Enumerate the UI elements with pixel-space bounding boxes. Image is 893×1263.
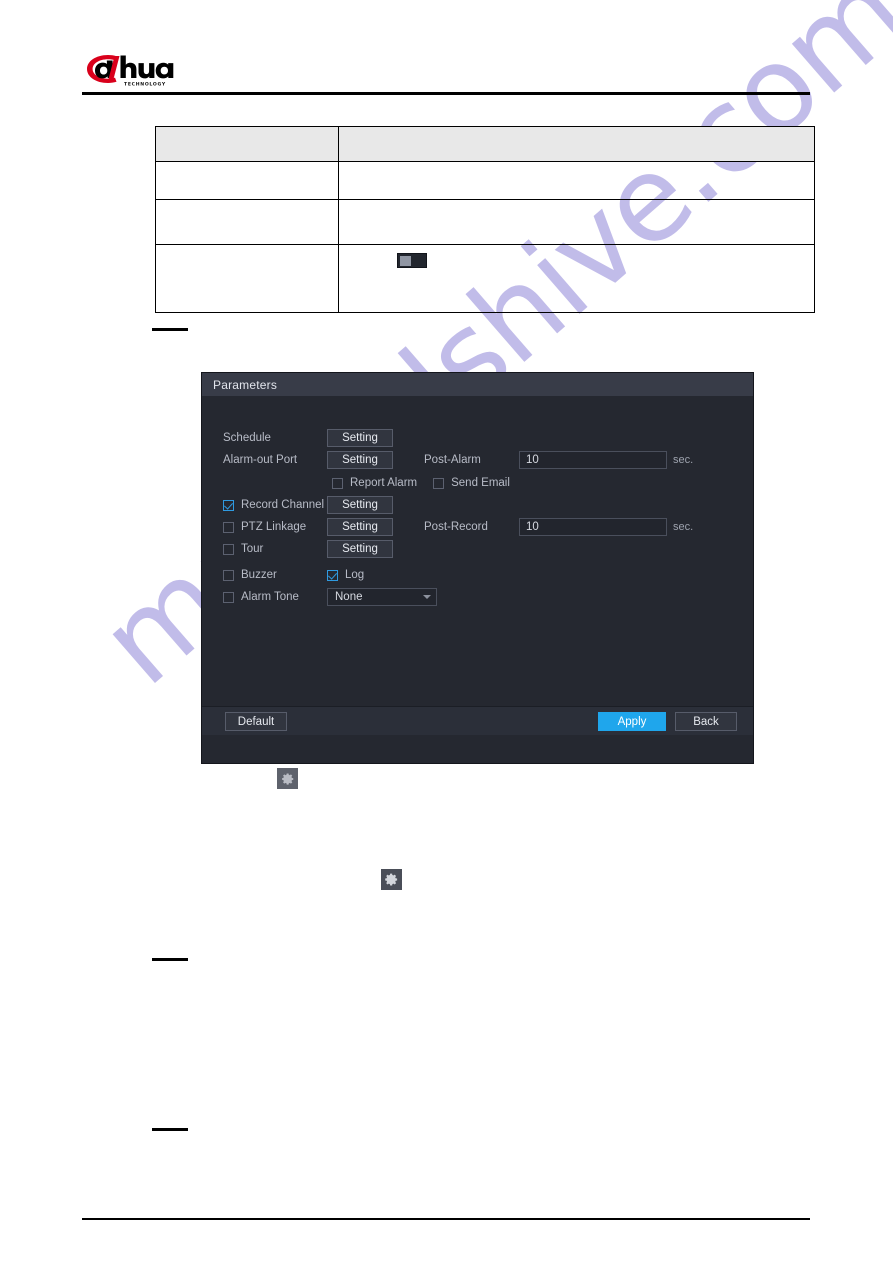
record-channel-setting-button[interactable]: Setting: [327, 496, 393, 514]
row-ptz-linkage: PTZ Linkage Setting Post-Record 10 sec.: [223, 518, 693, 536]
post-record-label: Post-Record: [424, 521, 488, 533]
back-button[interactable]: Back: [675, 712, 737, 731]
row-schedule: Schedule Setting: [223, 429, 393, 447]
caption-rule-bottom: [152, 1128, 188, 1131]
alarm-out-port-setting-button[interactable]: Setting: [327, 451, 393, 469]
table-row: [155, 244, 815, 313]
dahua-logo: TECHNOLOGY: [84, 50, 192, 88]
gear-icon: [381, 869, 402, 890]
alarm-tone-selected-value: None: [335, 591, 363, 603]
log-checkbox[interactable]: [327, 569, 338, 581]
alarm-tone-select[interactable]: None: [327, 588, 437, 606]
report-alarm-checkbox[interactable]: [332, 477, 343, 489]
dialog-titlebar: Parameters: [202, 373, 753, 396]
ptz-linkage-label: PTZ Linkage: [241, 521, 307, 533]
table-cell-param: [155, 199, 339, 245]
default-button[interactable]: Default: [225, 712, 287, 731]
caption-rule-middle: [152, 958, 188, 961]
footer-divider: [82, 1218, 810, 1220]
spec-table: [155, 126, 815, 313]
tour-setting-button[interactable]: Setting: [327, 540, 393, 558]
table-header-cell-param: [155, 126, 339, 162]
alarm-tone-checkbox[interactable]: [223, 591, 234, 603]
gear-icon: [277, 768, 298, 789]
buzzer-checkbox[interactable]: [223, 569, 234, 581]
buzzer-label: Buzzer: [241, 569, 277, 581]
table-cell-param: [155, 244, 339, 313]
header-divider: [82, 92, 810, 95]
post-record-unit: sec.: [673, 521, 694, 533]
alarm-tone-label: Alarm Tone: [241, 591, 299, 603]
caption-rule-top: [152, 328, 188, 331]
row-record-channel: Record Channel Setting: [223, 496, 393, 514]
chevron-down-icon: [423, 595, 431, 599]
dialog-title: Parameters: [213, 377, 278, 392]
table-header-row: [155, 126, 815, 162]
dialog-body: Schedule Setting Alarm-out Port Setting …: [202, 396, 753, 735]
table-cell-param: [155, 161, 339, 200]
log-label: Log: [345, 569, 365, 581]
post-record-input[interactable]: 10: [519, 518, 667, 536]
tour-checkbox[interactable]: [223, 543, 234, 555]
row-tour: Tour Setting: [223, 540, 393, 558]
svg-text:TECHNOLOGY: TECHNOLOGY: [124, 81, 166, 87]
record-channel-checkbox[interactable]: [223, 499, 234, 511]
schedule-label: Schedule: [223, 432, 271, 444]
image-thumbnail-icon: [397, 253, 427, 268]
row-alarm-out-port: Alarm-out Port Setting Post-Alarm 10 sec…: [223, 451, 693, 469]
post-alarm-label: Post-Alarm: [424, 454, 481, 466]
report-alarm-label: Report Alarm: [350, 477, 418, 489]
record-channel-label: Record Channel: [241, 499, 325, 511]
table-header-cell-desc: [338, 126, 815, 162]
row-buzzer: Buzzer Log: [223, 566, 364, 584]
table-row: [155, 199, 815, 245]
ptz-linkage-setting-button[interactable]: Setting: [327, 518, 393, 536]
apply-button[interactable]: Apply: [598, 712, 666, 731]
table-cell-desc: [338, 199, 815, 245]
ptz-linkage-checkbox[interactable]: [223, 521, 234, 533]
post-alarm-unit: sec.: [673, 454, 694, 466]
table-cell-desc: [338, 161, 815, 200]
post-alarm-input[interactable]: 10: [519, 451, 667, 469]
table-cell-desc-with-icon: [338, 244, 815, 313]
alarm-out-port-label: Alarm-out Port: [223, 454, 298, 466]
tour-label: Tour: [241, 543, 264, 555]
row-report-alarm: Report Alarm Send Email: [332, 474, 510, 492]
table-row: [155, 161, 815, 200]
schedule-setting-button[interactable]: Setting: [327, 429, 393, 447]
row-alarm-tone: Alarm Tone None: [223, 588, 437, 606]
dialog-footer: Default Apply Back: [202, 706, 753, 735]
parameters-dialog: Parameters Schedule Setting Alarm-out Po…: [201, 372, 754, 764]
send-email-label: Send Email: [451, 477, 510, 489]
send-email-checkbox[interactable]: [433, 477, 445, 489]
